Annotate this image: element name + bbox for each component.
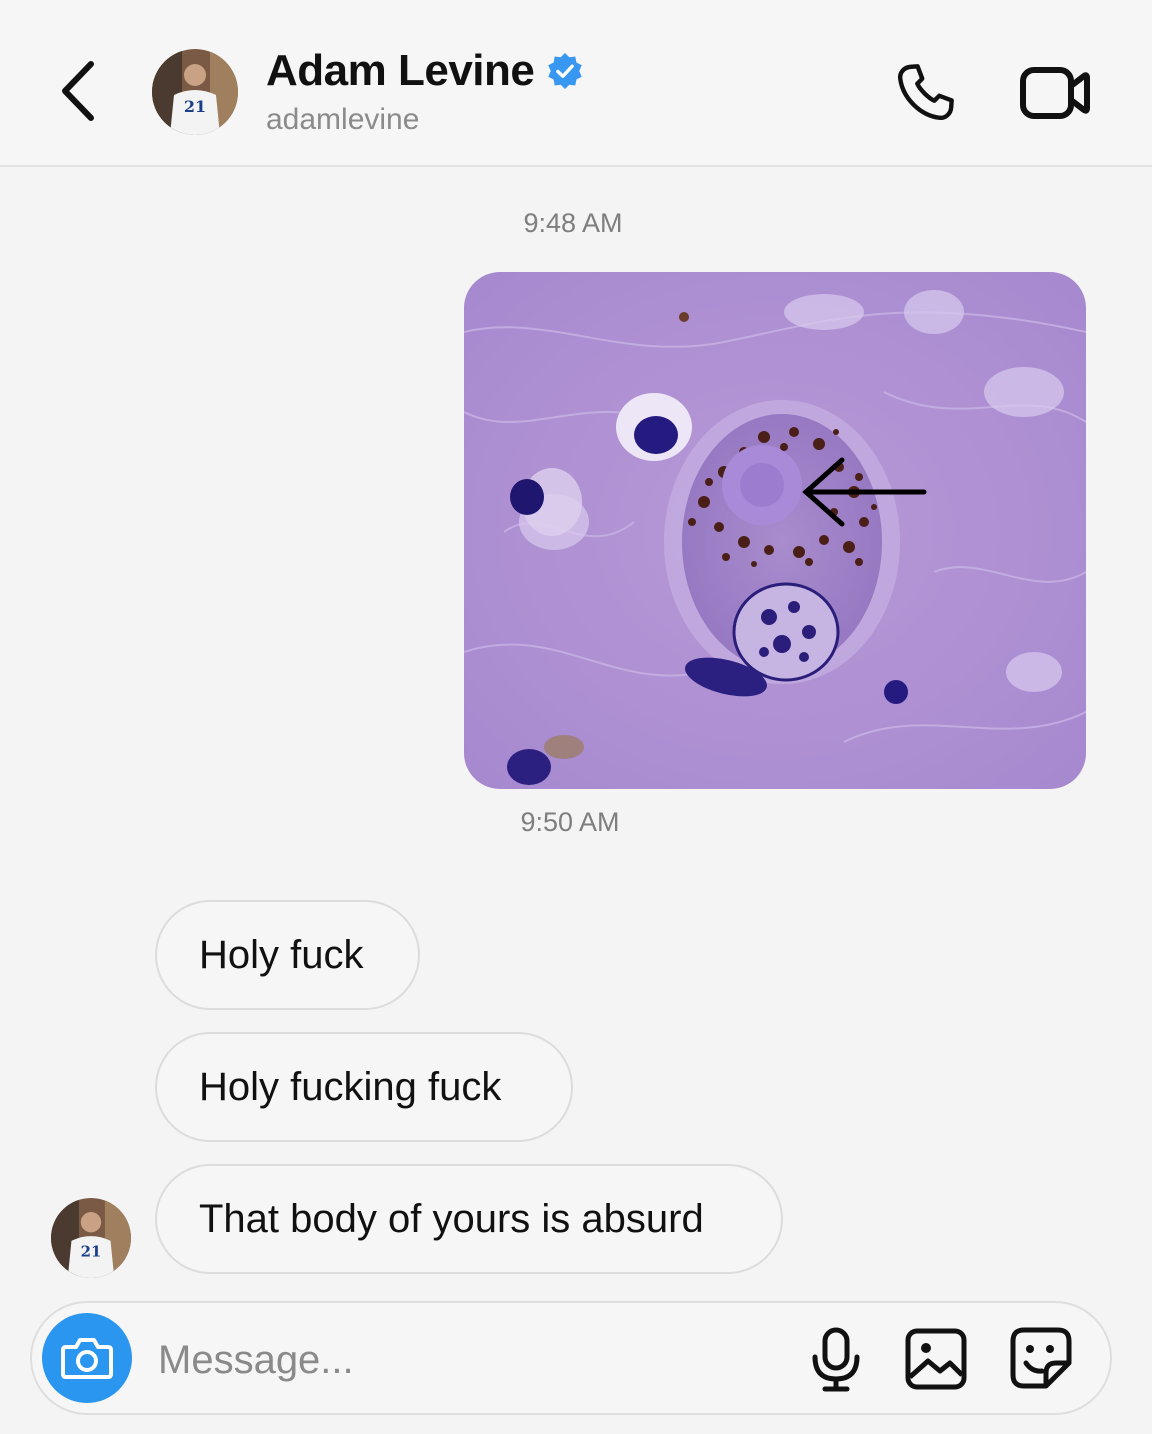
avatar[interactable]: 21 <box>152 49 238 135</box>
message-timestamp: 9:50 AM <box>520 807 620 837</box>
svg-text:21: 21 <box>81 1243 102 1261</box>
histology-image <box>464 272 1086 789</box>
audio-call-button[interactable] <box>892 60 958 126</box>
chat-header: 21 Adam Levine adamlevine <box>0 0 1152 167</box>
sent-image-message[interactable] <box>464 272 1086 789</box>
received-message-bubble[interactable]: Holy fuck <box>155 900 420 1010</box>
received-message-bubble[interactable]: Holy fucking fuck <box>155 1032 573 1142</box>
contact-name[interactable]: Adam Levine <box>266 46 535 96</box>
avatar[interactable]: 21 <box>51 1198 131 1278</box>
image-icon <box>905 1328 967 1390</box>
svg-text:21: 21 <box>184 97 206 116</box>
video-call-button[interactable] <box>1018 60 1092 126</box>
message-composer <box>30 1301 1112 1415</box>
contact-name-row: Adam Levine <box>266 46 584 96</box>
phone-icon <box>897 64 954 121</box>
username: adamlevine <box>266 103 420 136</box>
message-timestamp: 9:48 AM <box>523 208 623 238</box>
video-camera-icon <box>1020 67 1090 119</box>
camera-icon <box>61 1338 113 1379</box>
sticker-button[interactable] <box>1008 1325 1074 1391</box>
received-message-bubble[interactable]: That body of yours is absurd <box>155 1164 783 1274</box>
microphone-icon <box>812 1327 860 1392</box>
message-input[interactable] <box>156 1329 760 1391</box>
verified-badge-icon <box>548 52 583 90</box>
back-button[interactable] <box>52 58 102 124</box>
camera-button[interactable] <box>42 1313 132 1403</box>
chevron-left-icon <box>62 61 94 121</box>
voice-message-button[interactable] <box>808 1327 864 1393</box>
sticker-icon <box>1010 1327 1072 1389</box>
gallery-button[interactable] <box>904 1327 968 1391</box>
